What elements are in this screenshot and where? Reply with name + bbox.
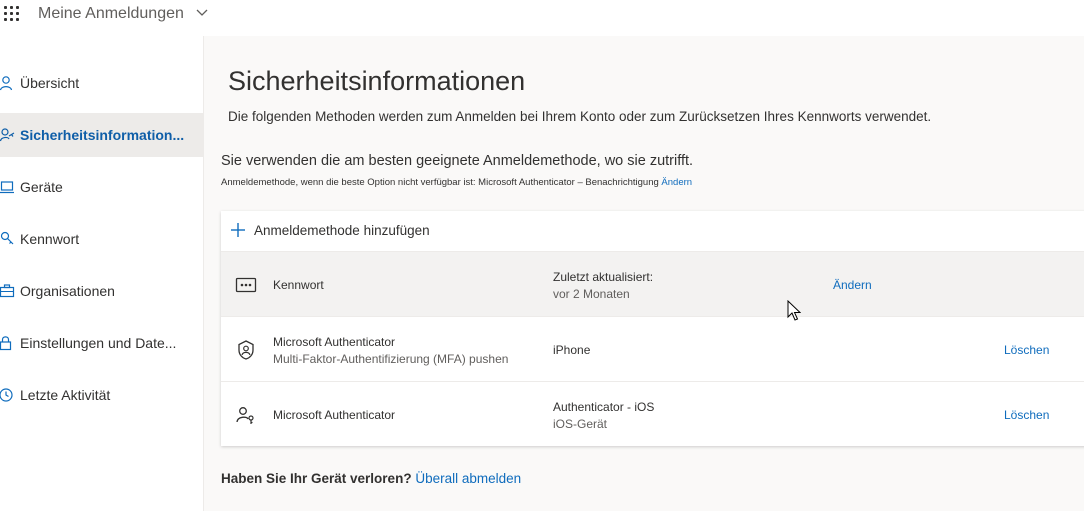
authenticator-icon bbox=[238, 340, 254, 360]
sidebar-item-label: Einstellungen und Date... bbox=[20, 335, 177, 351]
mouse-cursor-icon bbox=[787, 300, 801, 321]
sidebar-item-label: Übersicht bbox=[20, 75, 80, 91]
sidebar-item-devices[interactable]: Geräte bbox=[0, 165, 203, 209]
method-detail: Zuletzt aktualisiert: bbox=[553, 270, 654, 284]
sidebar-item-organizations[interactable]: Organisationen bbox=[0, 269, 203, 313]
default-method-info: Sie verwenden die am besten geeignete An… bbox=[221, 153, 694, 169]
sidebar-item-label: Kennwort bbox=[20, 231, 80, 247]
app-launcher-icon[interactable] bbox=[4, 6, 20, 22]
sidebar-item-label: Letzte Aktivität bbox=[20, 387, 111, 403]
sidebar-item-security-info[interactable]: Sicherheitsinformation... bbox=[0, 113, 203, 157]
page-title: Sicherheitsinformationen bbox=[228, 66, 526, 96]
passwordless-icon bbox=[236, 407, 254, 424]
main-content: Sicherheitsinformationen Die folgenden M… bbox=[204, 36, 1084, 511]
sidebar-item-settings-privacy[interactable]: Einstellungen und Date... bbox=[0, 321, 203, 365]
default-method-text: Anmeldemethode, wenn die beste Option ni… bbox=[221, 177, 659, 188]
add-method-button[interactable]: Anmeldemethode hinzufügen bbox=[221, 211, 1084, 251]
method-row-password: Kennwort Zuletzt aktualisiert: vor 2 Mon… bbox=[221, 251, 1084, 316]
sidebar-item-password[interactable]: Kennwort bbox=[0, 217, 203, 261]
method-name: Microsoft Authenticator bbox=[273, 408, 396, 422]
key-icon bbox=[0, 231, 14, 245]
sidebar-nav: Übersicht Sicherheitsinformation... Gerä… bbox=[0, 36, 204, 511]
lock-icon bbox=[0, 336, 12, 351]
laptop-icon bbox=[0, 181, 14, 194]
sidebar-item-overview[interactable]: Übersicht bbox=[0, 61, 203, 105]
method-name: Kennwort bbox=[273, 278, 324, 292]
add-method-label: Anmeldemethode hinzufügen bbox=[254, 223, 430, 238]
lost-device-question: Haben Sie Ihr Gerät verloren? bbox=[221, 471, 412, 486]
top-bar: Meine Anmeldungen bbox=[0, 0, 1084, 36]
sidebar-item-recent-activity[interactable]: Letzte Aktivität bbox=[0, 373, 203, 417]
sign-out-everywhere-link[interactable]: Überall abmelden bbox=[415, 471, 521, 486]
method-row-authenticator-ios: Microsoft Authenticator Authenticator - … bbox=[221, 381, 1084, 446]
page-subtitle: Die folgenden Methoden werden zum Anmeld… bbox=[228, 109, 932, 124]
plus-icon bbox=[231, 223, 245, 237]
sidebar-item-label: Geräte bbox=[20, 179, 63, 195]
methods-card: Anmeldemethode hinzufügen Kennwort Zulet… bbox=[221, 211, 1084, 446]
chevron-down-icon[interactable] bbox=[196, 8, 208, 18]
app-title[interactable]: Meine Anmeldungen bbox=[38, 5, 184, 23]
change-default-method-link[interactable]: Ändern bbox=[661, 177, 692, 188]
security-info-icon bbox=[0, 128, 15, 142]
method-detail: iPhone bbox=[553, 343, 591, 357]
method-row-authenticator-push: Microsoft Authenticator Multi-Faktor-Aut… bbox=[221, 316, 1084, 381]
clock-icon bbox=[0, 388, 13, 402]
lost-device-line: Haben Sie Ihr Gerät verloren? Überall ab… bbox=[221, 471, 521, 486]
sidebar-item-label: Sicherheitsinformation... bbox=[20, 127, 185, 143]
method-name: Microsoft Authenticator bbox=[273, 335, 396, 349]
method-name-sub: Multi-Faktor-Authentifizierung (MFA) pus… bbox=[273, 352, 509, 366]
default-method-detail: Anmeldemethode, wenn die beste Option ni… bbox=[221, 177, 692, 188]
method-detail: Authenticator - iOS bbox=[553, 400, 655, 414]
briefcase-icon bbox=[0, 284, 15, 298]
password-dots-icon bbox=[235, 277, 257, 293]
delete-method-link[interactable]: Löschen bbox=[1004, 408, 1049, 422]
change-password-link[interactable]: Ändern bbox=[833, 278, 872, 292]
method-detail-secondary: iOS-Gerät bbox=[553, 417, 608, 431]
delete-method-link[interactable]: Löschen bbox=[1004, 343, 1049, 357]
sidebar-item-label: Organisationen bbox=[20, 283, 115, 299]
person-icon bbox=[0, 76, 13, 91]
method-detail-secondary: vor 2 Monaten bbox=[553, 287, 630, 301]
